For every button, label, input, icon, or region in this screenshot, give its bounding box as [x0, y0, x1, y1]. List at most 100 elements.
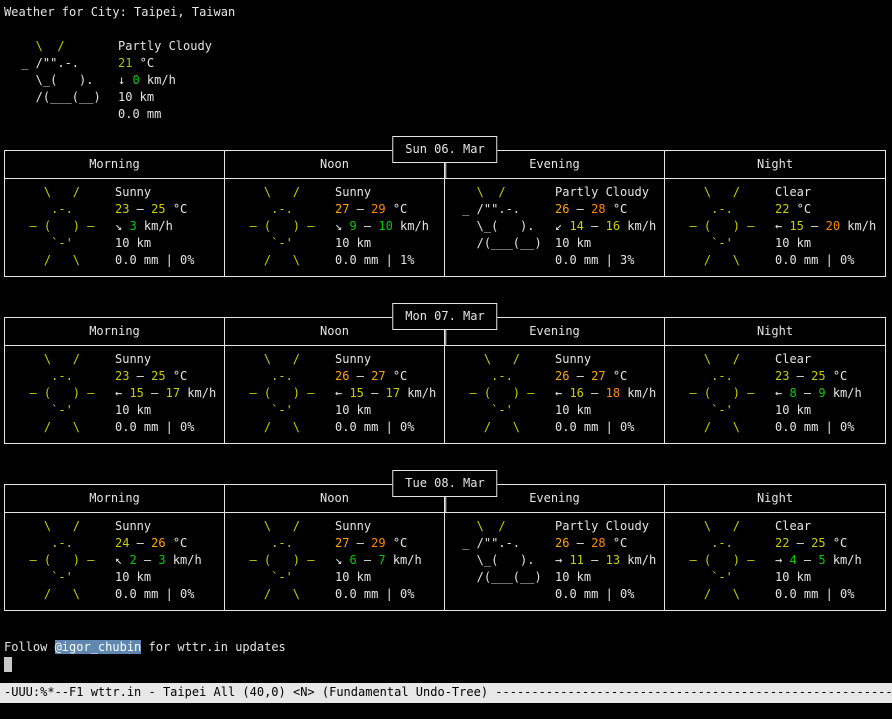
temperature-range: 24 – 26 °C [115, 535, 202, 552]
visibility: 10 km [555, 235, 656, 252]
current-wind: ↓ 0 km/h [118, 72, 212, 89]
weather-art: \ / .-. – ( ) – `-' / \ [235, 184, 335, 269]
twitter-handle-link[interactable]: @igor_chubin [55, 640, 142, 654]
wind: ↘ 3 km/h [115, 218, 194, 235]
forecast-cell-night: \ / .-. – ( ) – `-' / \Clear23 – 25 °C← … [665, 346, 885, 443]
emacs-modeline: -UUU:%*--F1 wttr.in - Taipei All (40,0) … [0, 683, 892, 703]
weather-art: \ / _ /"".-. \_( ). /(___(__) [455, 518, 555, 603]
wind: ← 8 – 9 km/h [775, 385, 862, 402]
day-forecast: Mon 07. Mar MorningNoonEveningNight \ / … [4, 317, 886, 444]
current-condition: Partly Cloudy [118, 38, 212, 55]
condition: Clear [775, 184, 876, 201]
visibility: 10 km [775, 235, 876, 252]
wind: ↘ 9 – 10 km/h [335, 218, 429, 235]
precipitation: 0.0 mm | 0% [115, 419, 216, 436]
wind: ← 16 – 18 km/h [555, 385, 656, 402]
condition: Sunny [555, 351, 656, 368]
visibility: 10 km [335, 569, 422, 586]
page-title: Weather for City: Taipei, Taiwan [4, 4, 886, 21]
forecast-cell-evening: \ / .-. – ( ) – `-' / \Sunny26 – 27 °C← … [445, 346, 665, 443]
forecast-cell-morning: \ / .-. – ( ) – `-' / \Sunny24 – 26 °C↖ … [5, 513, 225, 610]
condition: Sunny [115, 518, 202, 535]
current-conditions: \ / _ /"".-. \_( ). /(___(__) Partly Clo… [4, 38, 886, 123]
day-date: Mon 07. Mar [405, 309, 484, 323]
forecast-cell-noon: \ / .-. – ( ) – `-' / \Sunny27 – 29 °C↘ … [225, 513, 445, 610]
temperature-range: 23 – 25 °C [115, 368, 216, 385]
temperature-range: 23 – 25 °C [115, 201, 194, 218]
cursor-line [4, 656, 886, 673]
temperature-range: 22 °C [775, 201, 876, 218]
wind: ← 15 – 20 km/h [775, 218, 876, 235]
terminal-buffer: Weather for City: Taipei, Taiwan \ / _ /… [0, 0, 892, 673]
current-temperature: 21 °C [118, 55, 212, 72]
precipitation: 0.0 mm | 0% [555, 419, 656, 436]
precipitation: 0.0 mm | 0% [335, 586, 422, 603]
weather-art: \ / .-. – ( ) – `-' / \ [675, 518, 775, 603]
condition: Clear [775, 518, 862, 535]
wind: ↖ 2 – 3 km/h [115, 552, 202, 569]
forecast-cell-night: \ / .-. – ( ) – `-' / \Clear22 – 25 °C→ … [665, 513, 885, 610]
forecast-cell-morning: \ / .-. – ( ) – `-' / \Sunny23 – 25 °C↘ … [5, 179, 225, 276]
temperature-range: 22 – 25 °C [775, 535, 862, 552]
day-body: \ / .-. – ( ) – `-' / \Sunny23 – 25 °C↘ … [5, 179, 885, 276]
forecast-cell-evening: \ / _ /"".-. \_( ). /(___(__)Partly Clou… [445, 179, 665, 276]
forecast-cell-noon: \ / .-. – ( ) – `-' / \Sunny27 – 29 °C↘ … [225, 179, 445, 276]
visibility: 10 km [115, 402, 216, 419]
forecast-text: Clear22 – 25 °C→ 4 – 5 km/h10 km0.0 mm |… [775, 518, 862, 603]
precipitation: 0.0 mm | 0% [335, 419, 436, 436]
days: Sun 06. Mar MorningNoonEveningNight \ / … [4, 150, 886, 611]
precipitation: 0.0 mm | 0% [115, 252, 194, 269]
day-forecast: Tue 08. Mar MorningNoonEveningNight \ / … [4, 484, 886, 611]
day-date: Sun 06. Mar [405, 142, 484, 156]
day-date-box: Mon 07. Mar [392, 303, 497, 330]
period-header: Morning [5, 151, 225, 179]
precipitation: 0.0 mm | 0% [775, 586, 862, 603]
forecast-text: Clear23 – 25 °C← 8 – 9 km/h10 km0.0 mm |… [775, 351, 862, 436]
forecast-cell-noon: \ / .-. – ( ) – `-' / \Sunny26 – 27 °C← … [225, 346, 445, 443]
period-header: Morning [5, 485, 225, 513]
weather-art: \ / .-. – ( ) – `-' / \ [15, 351, 115, 436]
weather-art: \ / .-. – ( ) – `-' / \ [15, 518, 115, 603]
period-header: Morning [5, 318, 225, 346]
visibility: 10 km [115, 569, 202, 586]
forecast-text: Sunny23 – 25 °C← 15 – 17 km/h10 km0.0 mm… [115, 351, 216, 436]
weather-art: \ / .-. – ( ) – `-' / \ [675, 184, 775, 269]
wind: ← 15 – 17 km/h [335, 385, 436, 402]
wind: → 11 – 13 km/h [555, 552, 656, 569]
weather-art: \ / .-. – ( ) – `-' / \ [235, 518, 335, 603]
forecast-cell-night: \ / .-. – ( ) – `-' / \Clear22 °C← 15 – … [665, 179, 885, 276]
day-date: Tue 08. Mar [405, 476, 484, 490]
temperature-range: 23 – 25 °C [775, 368, 862, 385]
condition: Sunny [335, 518, 422, 535]
forecast-text: Sunny27 – 29 °C↘ 9 – 10 km/h10 km0.0 mm … [335, 184, 429, 269]
weather-art: \ / .-. – ( ) – `-' / \ [235, 351, 335, 436]
temperature-range: 26 – 28 °C [555, 535, 656, 552]
precipitation: 0.0 mm | 0% [115, 586, 202, 603]
forecast-cell-evening: \ / _ /"".-. \_( ). /(___(__)Partly Clou… [445, 513, 665, 610]
visibility: 10 km [335, 402, 436, 419]
precipitation: 0.0 mm | 1% [335, 252, 429, 269]
period-header: Night [665, 318, 885, 346]
temperature-range: 26 – 27 °C [335, 368, 436, 385]
condition: Sunny [335, 351, 436, 368]
text-cursor [4, 657, 12, 672]
forecast-text: Partly Cloudy26 – 28 °C→ 11 – 13 km/h10 … [555, 518, 656, 603]
condition: Sunny [115, 184, 194, 201]
current-precipitation: 0.0 mm [118, 106, 212, 123]
footer-text: Follow [4, 640, 55, 654]
weather-art: \ / _ /"".-. \_( ). /(___(__) [455, 184, 555, 269]
weather-art: \ / .-. – ( ) – `-' / \ [15, 184, 115, 269]
period-header: Night [665, 151, 885, 179]
visibility: 10 km [555, 569, 656, 586]
forecast-text: Clear22 °C← 15 – 20 km/h10 km0.0 mm | 0% [775, 184, 876, 269]
period-header: Night [665, 485, 885, 513]
visibility: 10 km [115, 235, 194, 252]
wind: ← 15 – 17 km/h [115, 385, 216, 402]
modeline-dashes: ----------------------------------------… [495, 685, 892, 699]
day-body: \ / .-. – ( ) – `-' / \Sunny23 – 25 °C← … [5, 346, 885, 443]
current-text: Partly Cloudy 21 °C ↓ 0 km/h 10 km 0.0 m… [118, 38, 212, 123]
temperature-range: 26 – 27 °C [555, 368, 656, 385]
forecast-cell-morning: \ / .-. – ( ) – `-' / \Sunny23 – 25 °C← … [5, 346, 225, 443]
condition: Sunny [115, 351, 216, 368]
wind: ↙ 14 – 16 km/h [555, 218, 656, 235]
